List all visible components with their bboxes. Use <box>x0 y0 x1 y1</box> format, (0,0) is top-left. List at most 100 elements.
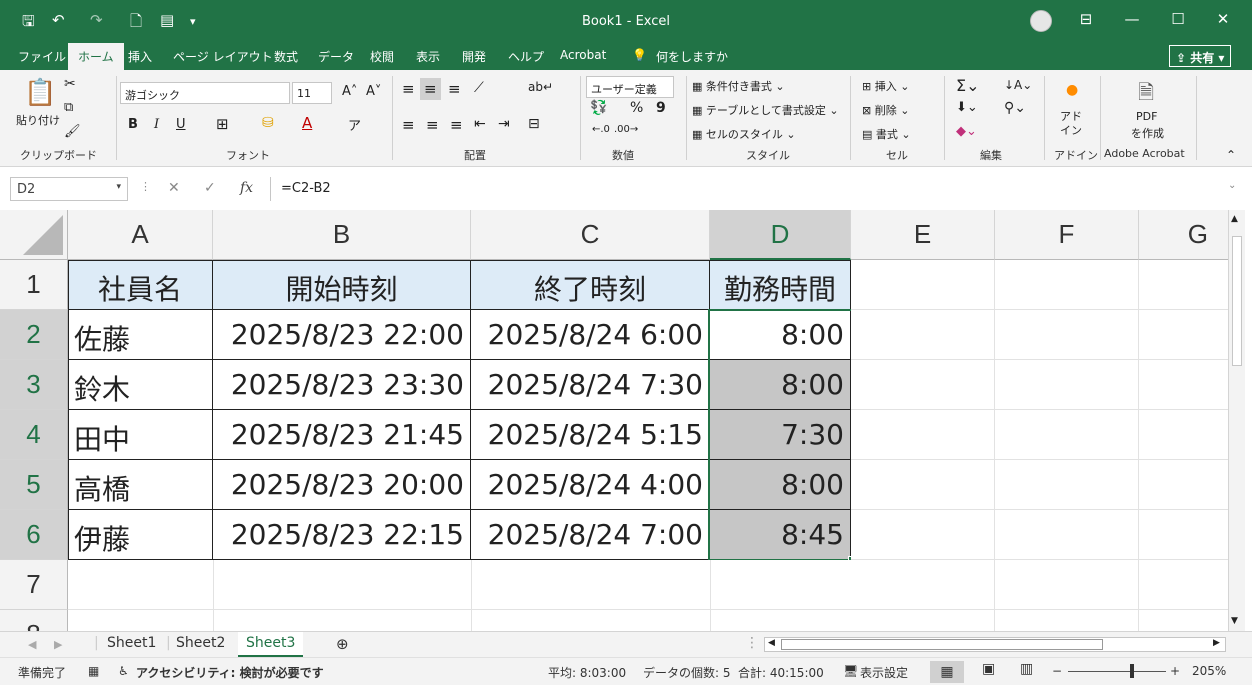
horizontal-scroll-thumb[interactable] <box>781 639 1103 650</box>
cell-d6[interactable]: 8:45 <box>710 510 851 560</box>
macro-record-icon[interactable]: ▦ <box>88 664 99 678</box>
decrease-decimal-icon[interactable]: .00→ <box>614 124 638 135</box>
scroll-right-icon[interactable]: ▶ <box>1213 638 1220 648</box>
column-header-b[interactable]: B <box>213 210 471 260</box>
tab-insert[interactable]: 挿入 <box>128 48 152 65</box>
orientation-icon[interactable]: ⟋ <box>474 80 484 96</box>
fill-color-icon[interactable]: ⛁ <box>262 115 274 131</box>
paste-button[interactable]: 貼り付け <box>16 112 60 128</box>
zoom-slider-thumb[interactable] <box>1130 664 1134 678</box>
tab-page-layout[interactable]: ページ レイアウト <box>173 48 273 65</box>
format-cells-button[interactable]: ▤ 書式 ⌄ <box>862 126 911 142</box>
cut-icon[interactable]: ✂ <box>64 76 76 92</box>
align-bottom-icon[interactable]: ≡ <box>448 80 461 98</box>
align-left-icon[interactable]: ≡ <box>402 116 415 134</box>
pdf-file-icon[interactable]: 🗎 <box>1138 78 1154 112</box>
cell-d3[interactable]: 8:00 <box>710 360 851 410</box>
tab-home[interactable]: ホーム <box>68 43 124 70</box>
increase-font-icon[interactable]: A˄ <box>342 84 357 99</box>
cell-a5[interactable]: 高橋 <box>68 460 213 510</box>
user-avatar-icon[interactable] <box>1030 10 1052 32</box>
font-size-combo[interactable]: 11 <box>292 82 332 104</box>
cell-b4[interactable]: 2025/8/23 21:45 <box>213 410 471 460</box>
align-top-icon[interactable]: ≡ <box>402 80 415 98</box>
expand-formula-icon[interactable]: ⌄ <box>1228 180 1236 191</box>
bold-button[interactable]: B <box>128 117 138 132</box>
row-header-8[interactable]: 8 <box>0 610 68 631</box>
cell-d5[interactable]: 8:00 <box>710 460 851 510</box>
row-header-2[interactable]: 2 <box>0 310 68 360</box>
normal-view-icon[interactable]: ▦ <box>930 661 964 683</box>
column-header-g[interactable]: G <box>1139 210 1228 260</box>
number-format-combo[interactable]: ユーザー定義 <box>586 76 674 98</box>
row-header-3[interactable]: 3 <box>0 360 68 410</box>
tab-review[interactable]: 校閲 <box>370 48 394 65</box>
delete-cells-button[interactable]: ⊠ 削除 ⌄ <box>862 102 909 118</box>
count-value[interactable]: データの個数: 5 <box>643 664 731 681</box>
align-middle-icon[interactable]: ≡ <box>420 78 441 100</box>
ribbon-display-icon[interactable]: ⊟ <box>1066 10 1106 28</box>
cell-b5[interactable]: 2025/8/23 20:00 <box>213 460 471 510</box>
cell-c6[interactable]: 2025/8/24 7:00 <box>471 510 710 560</box>
next-sheet-icon[interactable]: ▶ <box>54 638 62 651</box>
paste-icon[interactable]: 📋 <box>24 78 56 108</box>
zoom-level[interactable]: 205% <box>1192 664 1226 678</box>
select-all-corner[interactable] <box>0 210 68 260</box>
scroll-down-icon[interactable]: ▼ <box>1231 616 1238 626</box>
align-center-icon[interactable]: ≡ <box>426 116 439 134</box>
italic-button[interactable]: I <box>154 117 159 132</box>
zoom-out-button[interactable]: − <box>1052 664 1062 678</box>
average-value[interactable]: 平均: 8:03:00 <box>548 664 626 681</box>
increase-indent-icon[interactable]: ⇥ <box>498 116 510 132</box>
find-select-icon[interactable]: ⚲⌄ <box>1004 100 1026 116</box>
cell-d4[interactable]: 7:30 <box>710 410 851 460</box>
vertical-scroll-thumb[interactable] <box>1232 236 1242 366</box>
scroll-up-icon[interactable]: ▲ <box>1231 214 1238 224</box>
clear-icon[interactable]: ◆⌄ <box>956 124 977 139</box>
insert-cells-button[interactable]: ⊞ 挿入 ⌄ <box>862 78 909 94</box>
tab-developer[interactable]: 開発 <box>462 48 486 65</box>
zoom-in-button[interactable]: + <box>1170 664 1180 678</box>
display-settings-icon[interactable]: 🖥 <box>843 664 858 678</box>
cell-d2[interactable]: 8:00 <box>710 310 851 360</box>
cell-c4[interactable]: 2025/8/24 5:15 <box>471 410 710 460</box>
comma-button[interactable]: 9 <box>656 100 666 116</box>
column-header-d[interactable]: D <box>710 210 851 260</box>
accessibility-status[interactable]: アクセシビリティ: 検討が必要です <box>136 664 324 681</box>
cell-d1[interactable]: 勤務時間 <box>710 260 851 310</box>
cell-c2[interactable]: 2025/8/24 6:00 <box>471 310 710 360</box>
addins-icon[interactable]: ● <box>1066 82 1078 98</box>
row-header-5[interactable]: 5 <box>0 460 68 510</box>
cell-a1[interactable]: 社員名 <box>68 260 213 310</box>
merge-center-icon[interactable]: ⊟ <box>528 116 540 132</box>
cell-c1[interactable]: 終了時刻 <box>471 260 710 310</box>
empty-column-f[interactable] <box>995 260 1139 631</box>
decrease-font-icon[interactable]: A˅ <box>366 84 381 99</box>
scroll-left-icon[interactable]: ◀ <box>768 638 775 648</box>
pdf-label[interactable]: PDF <box>1136 110 1157 123</box>
worksheet-grid[interactable]: A B C D E F G 1 2 3 4 5 6 7 8 社員名 開始時刻 終… <box>0 210 1228 631</box>
copy-icon[interactable]: ⧉ <box>64 100 73 115</box>
borders-icon[interactable]: ⊞ <box>216 115 229 133</box>
vertical-scrollbar[interactable]: ▲ ▼ <box>1228 210 1245 631</box>
sheet-tab-sheet2[interactable]: Sheet2 <box>176 635 225 651</box>
horizontal-scrollbar[interactable]: ◀ ▶ <box>764 637 1226 652</box>
underline-button[interactable]: U <box>176 117 186 132</box>
empty-rows[interactable] <box>68 560 851 631</box>
row-header-7[interactable]: 7 <box>0 560 68 610</box>
cell-c5[interactable]: 2025/8/24 4:00 <box>471 460 710 510</box>
page-layout-view-icon[interactable]: ▣ <box>982 661 995 677</box>
sort-filter-icon[interactable]: ↓A⌄ <box>1004 78 1032 92</box>
format-painter-icon[interactable]: 🖌 <box>64 124 81 139</box>
zoom-slider[interactable] <box>1068 671 1166 672</box>
column-header-a[interactable]: A <box>68 210 213 260</box>
cell-c3[interactable]: 2025/8/24 7:30 <box>471 360 710 410</box>
add-sheet-icon[interactable]: ⊕ <box>336 635 349 653</box>
autosum-icon[interactable]: Σ⌄ <box>956 76 980 95</box>
tab-data[interactable]: データ <box>318 48 354 65</box>
collapse-ribbon-icon[interactable]: ⌃ <box>1226 148 1236 162</box>
cell-b3[interactable]: 2025/8/23 23:30 <box>213 360 471 410</box>
align-right-icon[interactable]: ≡ <box>450 116 463 134</box>
prev-sheet-icon[interactable]: ◀ <box>28 638 36 651</box>
cancel-entry-icon[interactable]: ✕ <box>168 180 180 196</box>
